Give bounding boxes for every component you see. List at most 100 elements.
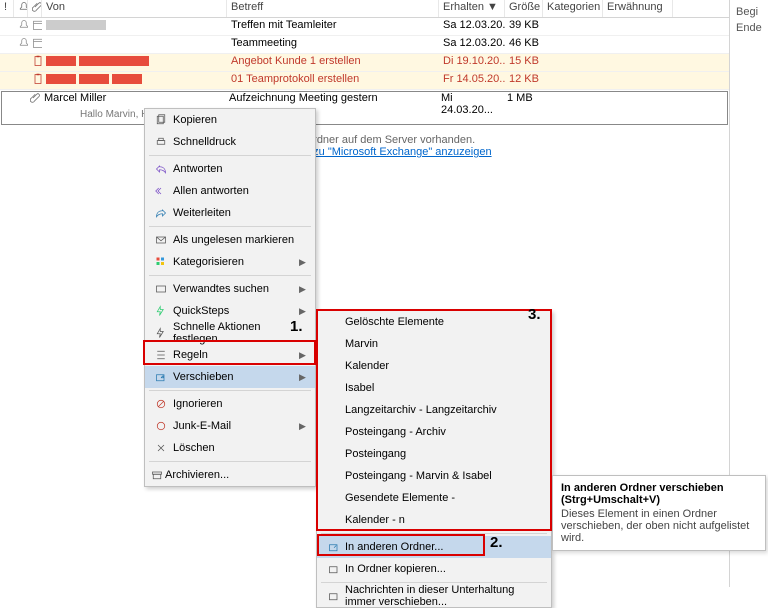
mail-size: 46 KB	[505, 36, 543, 53]
table-row-selected[interactable]: Marcel Miller Aufzeichnung Meeting geste…	[1, 91, 728, 125]
copy-icon	[155, 114, 167, 126]
submenu-geloeschte[interactable]: Gelöschte Elemente	[317, 311, 551, 333]
mail-subject: Teammeeting	[227, 36, 439, 53]
mail-date: Sa 12.03.20...	[439, 36, 505, 53]
submenu-in-anderen-ordner[interactable]: In anderen Ordner...	[317, 536, 551, 558]
separator	[321, 533, 547, 534]
forward-icon	[155, 207, 167, 219]
annotation-2: 2.	[490, 534, 503, 551]
categories-icon	[155, 256, 167, 268]
submenu-posteingang-mi[interactable]: Posteingang - Marvin & Isabel	[317, 465, 551, 487]
col-von[interactable]: Von	[42, 0, 227, 17]
side-text: Begi	[736, 4, 766, 20]
envelope-search-icon	[155, 283, 167, 295]
mail-rows: Treffen mit Teamleiter Sa 12.03.20... 39…	[0, 18, 729, 125]
col-flag[interactable]: !	[0, 0, 14, 17]
menu-loeschen[interactable]: Löschen	[145, 437, 315, 459]
bell-icon	[18, 19, 28, 31]
col-groesse[interactable]: Größe	[505, 0, 543, 17]
menu-ignorieren[interactable]: Ignorieren	[145, 393, 315, 415]
col-kategorien[interactable]: Kategorien	[543, 0, 603, 17]
separator	[149, 390, 311, 391]
submenu-posteingang-archiv[interactable]: Posteingang - Archiv	[317, 421, 551, 443]
chevron-right-icon: ▶	[299, 257, 309, 268]
separator	[149, 461, 311, 462]
annotation-3: 3.	[528, 306, 541, 323]
mail-date: Di 19.10.20...	[439, 54, 505, 71]
attachment-icon	[32, 1, 42, 13]
reply-icon	[155, 163, 167, 175]
mail-size: 1 MB	[507, 92, 545, 109]
submenu-langzeitarchiv[interactable]: Langzeitarchiv - Langzeitarchiv	[317, 399, 551, 421]
mail-size: 39 KB	[505, 18, 543, 35]
separator	[149, 226, 311, 227]
col-erhalten[interactable]: Erhalten ▼	[439, 0, 505, 17]
menu-verwandtes-suchen[interactable]: Verwandtes suchen▶	[145, 278, 315, 300]
submenu-kalender[interactable]: Kalender	[317, 355, 551, 377]
col-erwaehnung[interactable]: Erwähnung	[603, 0, 673, 17]
redacted-sender	[46, 74, 76, 84]
col-reminder[interactable]	[14, 0, 28, 17]
chevron-right-icon: ▶	[299, 350, 309, 361]
move-icon	[155, 371, 167, 383]
mail-date: Sa 12.03.20...	[439, 18, 505, 35]
table-row[interactable]: 01 Teamprotokoll erstellen Fr 14.05.20..…	[0, 72, 729, 90]
menu-antworten[interactable]: Antworten	[145, 158, 315, 180]
side-panel-edge: Begi Ende	[734, 0, 768, 40]
col-attach[interactable]	[28, 0, 42, 17]
mail-size: 12 KB	[505, 72, 543, 89]
tooltip-title: In anderen Ordner verschieben (Strg+Umsc…	[561, 482, 757, 506]
quicksteps-icon	[155, 305, 167, 317]
separator	[149, 275, 311, 276]
column-headers: ! Von Betreff Erhalten ▼ Größe Kategorie…	[0, 0, 729, 18]
menu-kategorisieren[interactable]: Kategorisieren▶	[145, 251, 315, 273]
redacted-sender	[46, 56, 76, 66]
submenu-in-ordner-kopieren[interactable]: In Ordner kopieren...	[317, 558, 551, 580]
col-betreff[interactable]: Betreff	[227, 0, 439, 17]
bell-icon	[18, 37, 28, 49]
menu-schnelldruck[interactable]: Schnelldruck	[145, 131, 315, 153]
mail-date: Fr 14.05.20...	[439, 72, 505, 89]
menu-allen-antworten[interactable]: Allen antworten	[145, 180, 315, 202]
chevron-right-icon: ▶	[299, 372, 309, 383]
menu-kopieren[interactable]: Kopieren	[145, 109, 315, 131]
tooltip-body: Dieses Element in einen Ordner verschieb…	[561, 508, 757, 544]
junk-icon	[155, 420, 167, 432]
menu-junk[interactable]: Junk-E-Mail▶	[145, 415, 315, 437]
menu-archivieren[interactable]: Archivieren...	[145, 464, 315, 486]
submenu-immer-verschieben[interactable]: Nachrichten in dieser Unterhaltung immer…	[317, 585, 551, 607]
context-menu: Kopieren Schnelldruck Antworten Allen an…	[144, 108, 316, 487]
always-move-icon	[328, 590, 340, 602]
table-row[interactable]: Angebot Kunde 1 erstellen Di 19.10.20...…	[0, 54, 729, 72]
attachment-icon	[30, 92, 42, 104]
quickaction-icon	[155, 327, 167, 339]
menu-weiterleiten[interactable]: Weiterleiten	[145, 202, 315, 224]
table-row[interactable]: Teammeeting Sa 12.03.20... 46 KB	[0, 36, 729, 54]
table-row[interactable]: Treffen mit Teamleiter Sa 12.03.20... 39…	[0, 18, 729, 36]
envelope-icon	[155, 234, 167, 246]
mail-preview: Hallo Marvin, Hall	[2, 109, 727, 120]
separator	[321, 582, 547, 583]
mail-subject: Treffen mit Teamleiter	[227, 18, 439, 35]
server-info: ente in diesem Ordner auf dem Server vor…	[0, 126, 729, 158]
move-submenu: Gelöschte Elemente Marvin Kalender Isabe…	[316, 310, 552, 608]
submenu-posteingang[interactable]: Posteingang	[317, 443, 551, 465]
menu-als-ungelesen[interactable]: Als ungelesen markieren	[145, 229, 315, 251]
redacted-sender	[46, 20, 106, 30]
mail-size: 15 KB	[505, 54, 543, 71]
submenu-marvin[interactable]: Marvin	[317, 333, 551, 355]
chevron-right-icon: ▶	[299, 306, 309, 317]
menu-verschieben[interactable]: Verschieben▶	[145, 366, 315, 388]
reply-all-icon	[155, 185, 167, 197]
submenu-kalender-n[interactable]: Kalender - n	[317, 509, 551, 531]
submenu-gesendete[interactable]: Gesendete Elemente -	[317, 487, 551, 509]
redacted-sender	[112, 74, 142, 84]
tooltip: In anderen Ordner verschieben (Strg+Umsc…	[552, 475, 766, 551]
submenu-isabel[interactable]: Isabel	[317, 377, 551, 399]
redacted-sender	[79, 56, 149, 66]
delete-icon	[155, 442, 167, 454]
menu-regeln[interactable]: Regeln▶	[145, 344, 315, 366]
rules-icon	[155, 349, 167, 361]
mail-subject: Angebot Kunde 1 erstellen	[227, 54, 439, 71]
annotation-1: 1.	[290, 318, 303, 335]
